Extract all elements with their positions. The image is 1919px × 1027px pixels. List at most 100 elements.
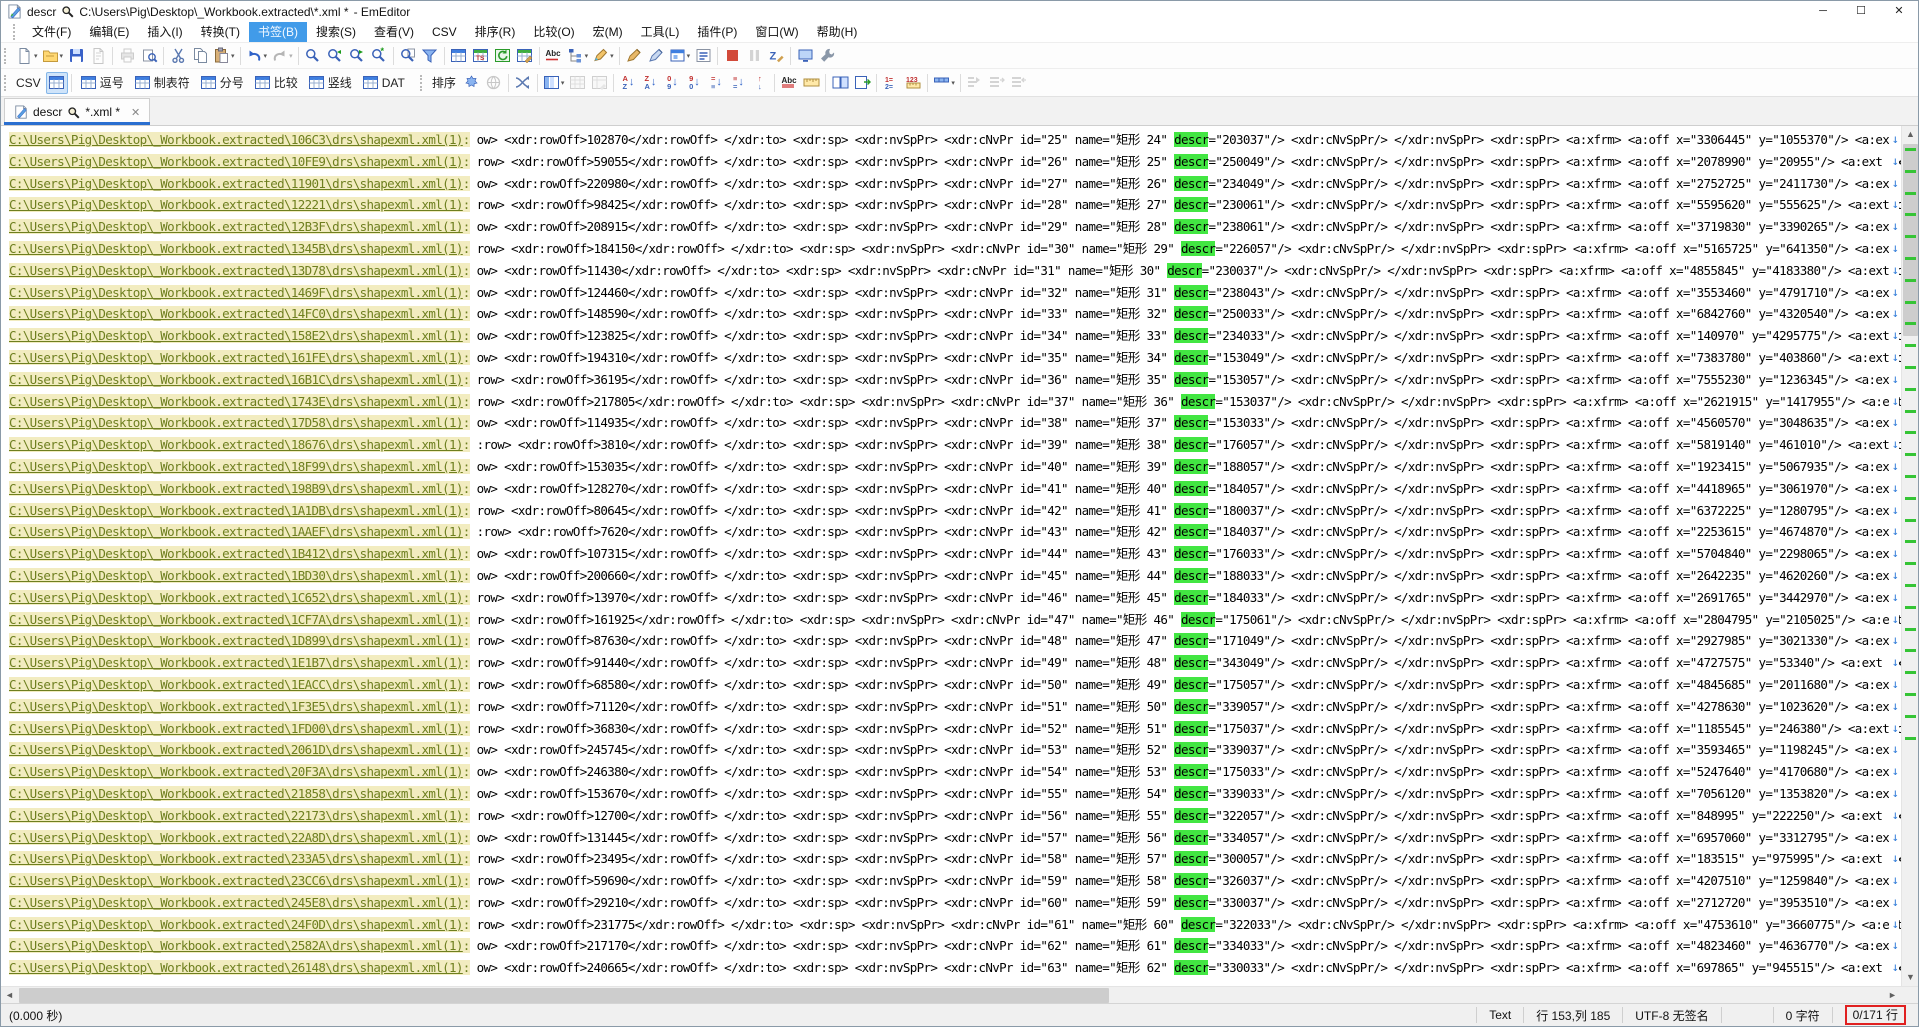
menu-item-10[interactable]: 比较(O) bbox=[524, 22, 583, 42]
file-link[interactable]: C:\Users\Pig\Desktop\_Workbook.extracted… bbox=[9, 698, 463, 714]
shuffle-icon[interactable] bbox=[512, 72, 534, 94]
new-file-icon[interactable]: ▾ bbox=[14, 45, 40, 67]
file-link[interactable]: C:\Users\Pig\Desktop\_Workbook.extracted… bbox=[9, 829, 463, 845]
sortZA-icon[interactable]: Z A ↓ bbox=[639, 72, 661, 94]
file-link[interactable]: C:\Users\Pig\Desktop\_Workbook.extracted… bbox=[9, 589, 463, 605]
sort90-icon[interactable]: 9 0 ↓ bbox=[683, 72, 705, 94]
csv-mode-6[interactable]: DAT bbox=[357, 72, 410, 94]
cut-icon[interactable] bbox=[167, 45, 189, 67]
file-link[interactable]: C:\Users\Pig\Desktop\_Workbook.extracted… bbox=[9, 873, 463, 889]
sortbars-up-icon[interactable]: ≡ = ↓ bbox=[727, 72, 749, 94]
file-link[interactable]: C:\Users\Pig\Desktop\_Workbook.extracted… bbox=[9, 284, 463, 300]
file-link[interactable]: C:\Users\Pig\Desktop\_Workbook.extracted… bbox=[9, 458, 463, 474]
num123-icon[interactable]: 123 bbox=[902, 72, 924, 94]
table-pair-icon[interactable] bbox=[829, 72, 851, 94]
menu-item-15[interactable]: 帮助(H) bbox=[808, 22, 867, 42]
scroll-right-arrow[interactable]: ► bbox=[1884, 987, 1901, 1004]
file-link[interactable]: C:\Users\Pig\Desktop\_Workbook.extracted… bbox=[9, 502, 463, 518]
sortAZ-icon[interactable]: A Z ↓ bbox=[617, 72, 639, 94]
find-prev-icon[interactable] bbox=[324, 45, 346, 67]
open-folder-icon[interactable]: ▾ bbox=[40, 45, 66, 67]
menu-item-12[interactable]: 工具(L) bbox=[632, 22, 689, 42]
menu-item-14[interactable]: 窗口(W) bbox=[746, 22, 807, 42]
filter-icon[interactable] bbox=[419, 45, 441, 67]
file-link[interactable]: C:\Users\Pig\Desktop\_Workbook.extracted… bbox=[9, 415, 463, 431]
spell-check-icon[interactable]: Abc bbox=[543, 45, 565, 67]
sort-config-icon[interactable] bbox=[461, 72, 483, 94]
file-link[interactable]: C:\Users\Pig\Desktop\_Workbook.extracted… bbox=[9, 567, 463, 583]
tab-search-results[interactable]: descr *.xml * ✕ bbox=[4, 98, 151, 125]
compare-table-icon[interactable] bbox=[448, 45, 470, 67]
file-link[interactable]: C:\Users\Pig\Desktop\_Workbook.extracted… bbox=[9, 328, 463, 344]
file-link[interactable]: C:\Users\Pig\Desktop\_Workbook.extracted… bbox=[9, 633, 463, 649]
file-link[interactable]: C:\Users\Pig\Desktop\_Workbook.extracted… bbox=[9, 349, 463, 365]
vertical-scroll-thumb[interactable] bbox=[1903, 144, 1918, 336]
file-link[interactable]: C:\Users\Pig\Desktop\_Workbook.extracted… bbox=[9, 197, 463, 213]
num12-icon[interactable]: 1= 2= bbox=[880, 72, 902, 94]
status-encoding[interactable]: UTF-8 无签名 bbox=[1622, 1007, 1720, 1023]
search-results-pane[interactable]: C:\Users\Pig\Desktop\_Workbook.extracted… bbox=[1, 126, 1901, 986]
scroll-down-arrow[interactable]: ▼ bbox=[1902, 969, 1919, 986]
file-link[interactable]: C:\Users\Pig\Desktop\_Workbook.extracted… bbox=[9, 524, 463, 540]
menu-item-5[interactable]: 书签(B) bbox=[248, 22, 307, 42]
horizontal-scrollbar[interactable]: ◄ ► bbox=[1, 987, 1901, 1003]
file-link[interactable]: C:\Users\Pig\Desktop\_Workbook.extracted… bbox=[9, 894, 463, 910]
replace-icon[interactable] bbox=[397, 45, 419, 67]
file-link[interactable]: C:\Users\Pig\Desktop\_Workbook.extracted… bbox=[9, 764, 463, 780]
file-link[interactable]: C:\Users\Pig\Desktop\_Workbook.extracted… bbox=[9, 742, 463, 758]
plugin-window-icon[interactable]: ▾ bbox=[667, 45, 693, 67]
file-link[interactable]: C:\Users\Pig\Desktop\_Workbook.extracted… bbox=[9, 219, 463, 235]
find-in-files-icon[interactable]: * bbox=[368, 45, 390, 67]
file-link[interactable]: C:\Users\Pig\Desktop\_Workbook.extracted… bbox=[9, 240, 463, 256]
sort09-icon[interactable]: 0 9 ↓ bbox=[661, 72, 683, 94]
file-link[interactable]: C:\Users\Pig\Desktop\_Workbook.extracted… bbox=[9, 851, 463, 867]
scroll-up-arrow[interactable]: ▲ bbox=[1902, 126, 1919, 143]
find-next-icon[interactable] bbox=[346, 45, 368, 67]
menu-item-8[interactable]: CSV bbox=[423, 22, 466, 42]
outline-icon[interactable]: ▾ bbox=[565, 45, 591, 67]
file-link[interactable]: C:\Users\Pig\Desktop\_Workbook.extracted… bbox=[9, 916, 463, 932]
tab-close-icon[interactable]: ✕ bbox=[131, 106, 140, 119]
macro-pen-icon[interactable]: Z bbox=[765, 45, 787, 67]
abc-strike-icon[interactable]: Abc bbox=[778, 72, 800, 94]
menu-item-13[interactable]: 插件(P) bbox=[688, 22, 746, 42]
minimize-button[interactable]: ─ bbox=[1804, 1, 1842, 22]
file-link[interactable]: C:\Users\Pig\Desktop\_Workbook.extracted… bbox=[9, 655, 463, 671]
plugin-list-icon[interactable] bbox=[692, 45, 714, 67]
scroll-left-arrow[interactable]: ◄ bbox=[1, 987, 18, 1004]
compare-edit-icon[interactable] bbox=[514, 45, 536, 67]
file-link[interactable]: C:\Users\Pig\Desktop\_Workbook.extracted… bbox=[9, 306, 463, 322]
status-cursor-position[interactable]: 行 153,列 185 bbox=[1523, 1007, 1622, 1023]
ruler-icon[interactable] bbox=[800, 72, 822, 94]
vertical-scrollbar[interactable]: ▲ ▼ bbox=[1901, 126, 1918, 986]
file-link[interactable]: C:\Users\Pig\Desktop\_Workbook.extracted… bbox=[9, 153, 463, 169]
pen1-icon[interactable] bbox=[623, 45, 645, 67]
maximize-button[interactable]: ☐ bbox=[1842, 1, 1880, 22]
pen2-icon[interactable] bbox=[645, 45, 667, 67]
copy-icon[interactable] bbox=[189, 45, 211, 67]
file-link[interactable]: C:\Users\Pig\Desktop\_Workbook.extracted… bbox=[9, 175, 463, 191]
status-mode[interactable]: Text bbox=[1476, 1007, 1523, 1023]
file-link[interactable]: C:\Users\Pig\Desktop\_Workbook.extracted… bbox=[9, 720, 463, 736]
split-cols-icon[interactable]: ▾ bbox=[541, 72, 567, 94]
csv-mode-2[interactable]: 制表符 bbox=[129, 72, 195, 94]
file-link[interactable]: C:\Users\Pig\Desktop\_Workbook.extracted… bbox=[9, 546, 463, 562]
menu-item-2[interactable]: 编辑(E) bbox=[80, 22, 138, 42]
file-link[interactable]: C:\Users\Pig\Desktop\_Workbook.extracted… bbox=[9, 371, 463, 387]
file-link[interactable]: C:\Users\Pig\Desktop\_Workbook.extracted… bbox=[9, 262, 463, 278]
csv-mode-3[interactable]: 分号 bbox=[195, 72, 249, 94]
csv-mode-5[interactable]: 竖线 bbox=[303, 72, 357, 94]
col-head-icon[interactable]: ▾ bbox=[931, 72, 957, 94]
file-link[interactable]: C:\Users\Pig\Desktop\_Workbook.extracted… bbox=[9, 393, 463, 409]
menu-item-4[interactable]: 转换(T) bbox=[192, 22, 249, 42]
sortbars-down-icon[interactable]: = ≡ ↓ bbox=[705, 72, 727, 94]
file-link[interactable]: C:\Users\Pig\Desktop\_Workbook.extracted… bbox=[9, 480, 463, 496]
find-icon[interactable] bbox=[302, 45, 324, 67]
file-link[interactable]: C:\Users\Pig\Desktop\_Workbook.extracted… bbox=[9, 807, 463, 823]
monitor-icon[interactable] bbox=[794, 45, 816, 67]
file-link[interactable]: C:\Users\Pig\Desktop\_Workbook.extracted… bbox=[9, 785, 463, 801]
menu-item-7[interactable]: 查看(V) bbox=[365, 22, 423, 42]
print-preview-icon[interactable] bbox=[138, 45, 160, 67]
file-link[interactable]: C:\Users\Pig\Desktop\_Workbook.extracted… bbox=[9, 611, 463, 627]
paste-icon[interactable]: ▾ bbox=[211, 45, 237, 67]
